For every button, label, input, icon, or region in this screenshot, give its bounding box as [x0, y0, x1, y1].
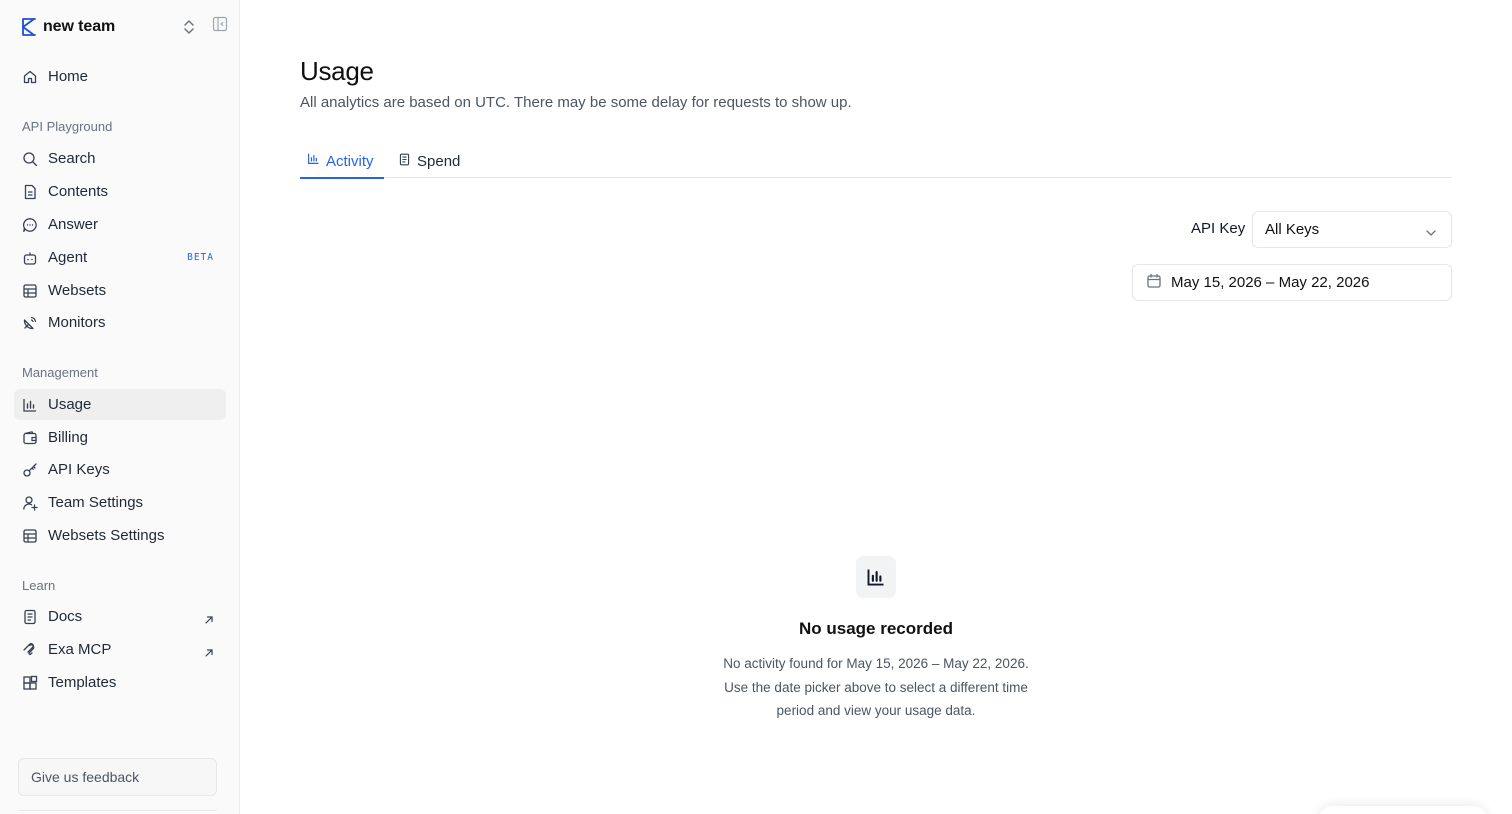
- page-title: Usage: [300, 56, 374, 86]
- blocks-icon: [22, 675, 38, 691]
- sidebar-item-templates[interactable]: Templates: [14, 667, 226, 698]
- sidebar-item-label: Contents: [48, 183, 109, 200]
- sidebar-item-agent[interactable]: Agent BETA: [14, 242, 226, 273]
- wallet-icon: [22, 430, 38, 446]
- date-range-picker[interactable]: May 15, 2026 – May 22, 2026: [1132, 264, 1452, 301]
- sidebar-item-websets[interactable]: Websets: [14, 275, 226, 306]
- sidebar-item-label: Home: [48, 68, 89, 85]
- external-link-icon: [204, 645, 214, 657]
- api-key-filter-label: API Key: [1191, 220, 1246, 237]
- floating-widget[interactable]: [1318, 806, 1488, 814]
- mcp-icon: [22, 642, 38, 658]
- empty-state-title: No usage recorded: [799, 619, 953, 638]
- bar-chart-icon: [856, 556, 896, 598]
- tab-activity[interactable]: Activity: [300, 145, 384, 179]
- section-label-learn: Learn: [22, 578, 56, 593]
- sidebar-item-label: Exa MCP: [48, 641, 112, 658]
- key-icon: [22, 462, 38, 478]
- section-label-management: Management: [22, 365, 98, 380]
- tab-bar: Activity Spend: [300, 145, 1452, 179]
- sidebar-item-label: Websets Settings: [48, 527, 165, 544]
- sidebar-item-search[interactable]: Search: [14, 143, 226, 174]
- api-key-select[interactable]: All Keys: [1252, 211, 1452, 248]
- sidebar-item-websets-settings[interactable]: Websets Settings: [14, 520, 226, 551]
- book-icon: [22, 609, 38, 625]
- empty-state-description: No activity found for May 15, 2026 – May…: [723, 656, 1029, 718]
- user-plus-icon: [22, 495, 38, 511]
- satellite-dish-icon: [22, 315, 38, 331]
- external-link-icon: [204, 612, 214, 624]
- home-icon: [22, 69, 38, 85]
- table-grid-icon: [22, 528, 38, 544]
- sidebar-item-monitors[interactable]: Monitors: [14, 307, 226, 338]
- table-grid-icon: [22, 283, 38, 299]
- sidebar-item-exa-mcp[interactable]: Exa MCP: [14, 634, 226, 665]
- robot-icon: [22, 250, 38, 266]
- sidebar-item-home[interactable]: Home: [14, 61, 226, 92]
- sidebar-item-label: Websets: [48, 282, 107, 299]
- exa-logo-icon: [22, 18, 36, 36]
- sidebar: new team Home API Playground Search Cont…: [0, 0, 240, 814]
- bar-chart-icon: [22, 397, 38, 413]
- sidebar-item-label: Agent: [48, 249, 88, 266]
- sidebar-item-answer[interactable]: Answer: [14, 209, 226, 240]
- bar-chart-icon: [307, 152, 320, 170]
- tab-label: Spend: [417, 153, 461, 170]
- chevron-up-down-icon[interactable]: [182, 18, 196, 36]
- search-icon: [22, 151, 38, 167]
- sidebar-collapse-icon[interactable]: [212, 16, 228, 32]
- sidebar-item-label: Answer: [48, 216, 99, 233]
- chevron-down-icon: [1425, 225, 1437, 236]
- date-range-value: May 15, 2026 – May 22, 2026: [1171, 274, 1370, 291]
- tab-label: Activity: [326, 152, 374, 170]
- tab-spend[interactable]: Spend: [398, 145, 468, 178]
- divider: [18, 810, 217, 811]
- team-switcher[interactable]: new team: [22, 14, 232, 40]
- feedback-button[interactable]: Give us feedback: [18, 758, 217, 796]
- sidebar-item-label: Docs: [48, 608, 83, 625]
- chat-bubble-icon: [22, 217, 38, 233]
- sidebar-item-label: Templates: [48, 674, 117, 691]
- team-name: new team: [43, 18, 116, 35]
- sidebar-item-label: Search: [48, 150, 96, 167]
- api-key-select-value: All Keys: [1265, 221, 1320, 238]
- sidebar-item-api-keys[interactable]: API Keys: [14, 454, 226, 485]
- sidebar-item-billing[interactable]: Billing: [14, 422, 226, 453]
- sidebar-item-label: API Keys: [48, 461, 110, 478]
- section-label-api-playground: API Playground: [22, 119, 113, 134]
- calendar-icon: [1146, 273, 1162, 293]
- main-content: Usage All analytics are based on UTC. Th…: [240, 0, 1512, 814]
- app-root: new team Home API Playground Search Cont…: [0, 0, 1512, 814]
- sidebar-item-usage[interactable]: Usage: [14, 389, 226, 420]
- sidebar-item-team-settings[interactable]: Team Settings: [14, 487, 226, 518]
- page-subtitle: All analytics are based on UTC. There ma…: [300, 94, 852, 111]
- document-icon: [22, 184, 38, 200]
- sidebar-item-label: Team Settings: [48, 494, 144, 511]
- sidebar-item-label: Usage: [48, 396, 92, 413]
- beta-badge: BETA: [187, 252, 214, 263]
- receipt-icon: [398, 153, 411, 171]
- sidebar-item-label: Billing: [48, 429, 89, 446]
- sidebar-item-label: Monitors: [48, 314, 106, 331]
- sidebar-item-contents[interactable]: Contents: [14, 176, 226, 207]
- sidebar-item-docs[interactable]: Docs: [14, 601, 226, 632]
